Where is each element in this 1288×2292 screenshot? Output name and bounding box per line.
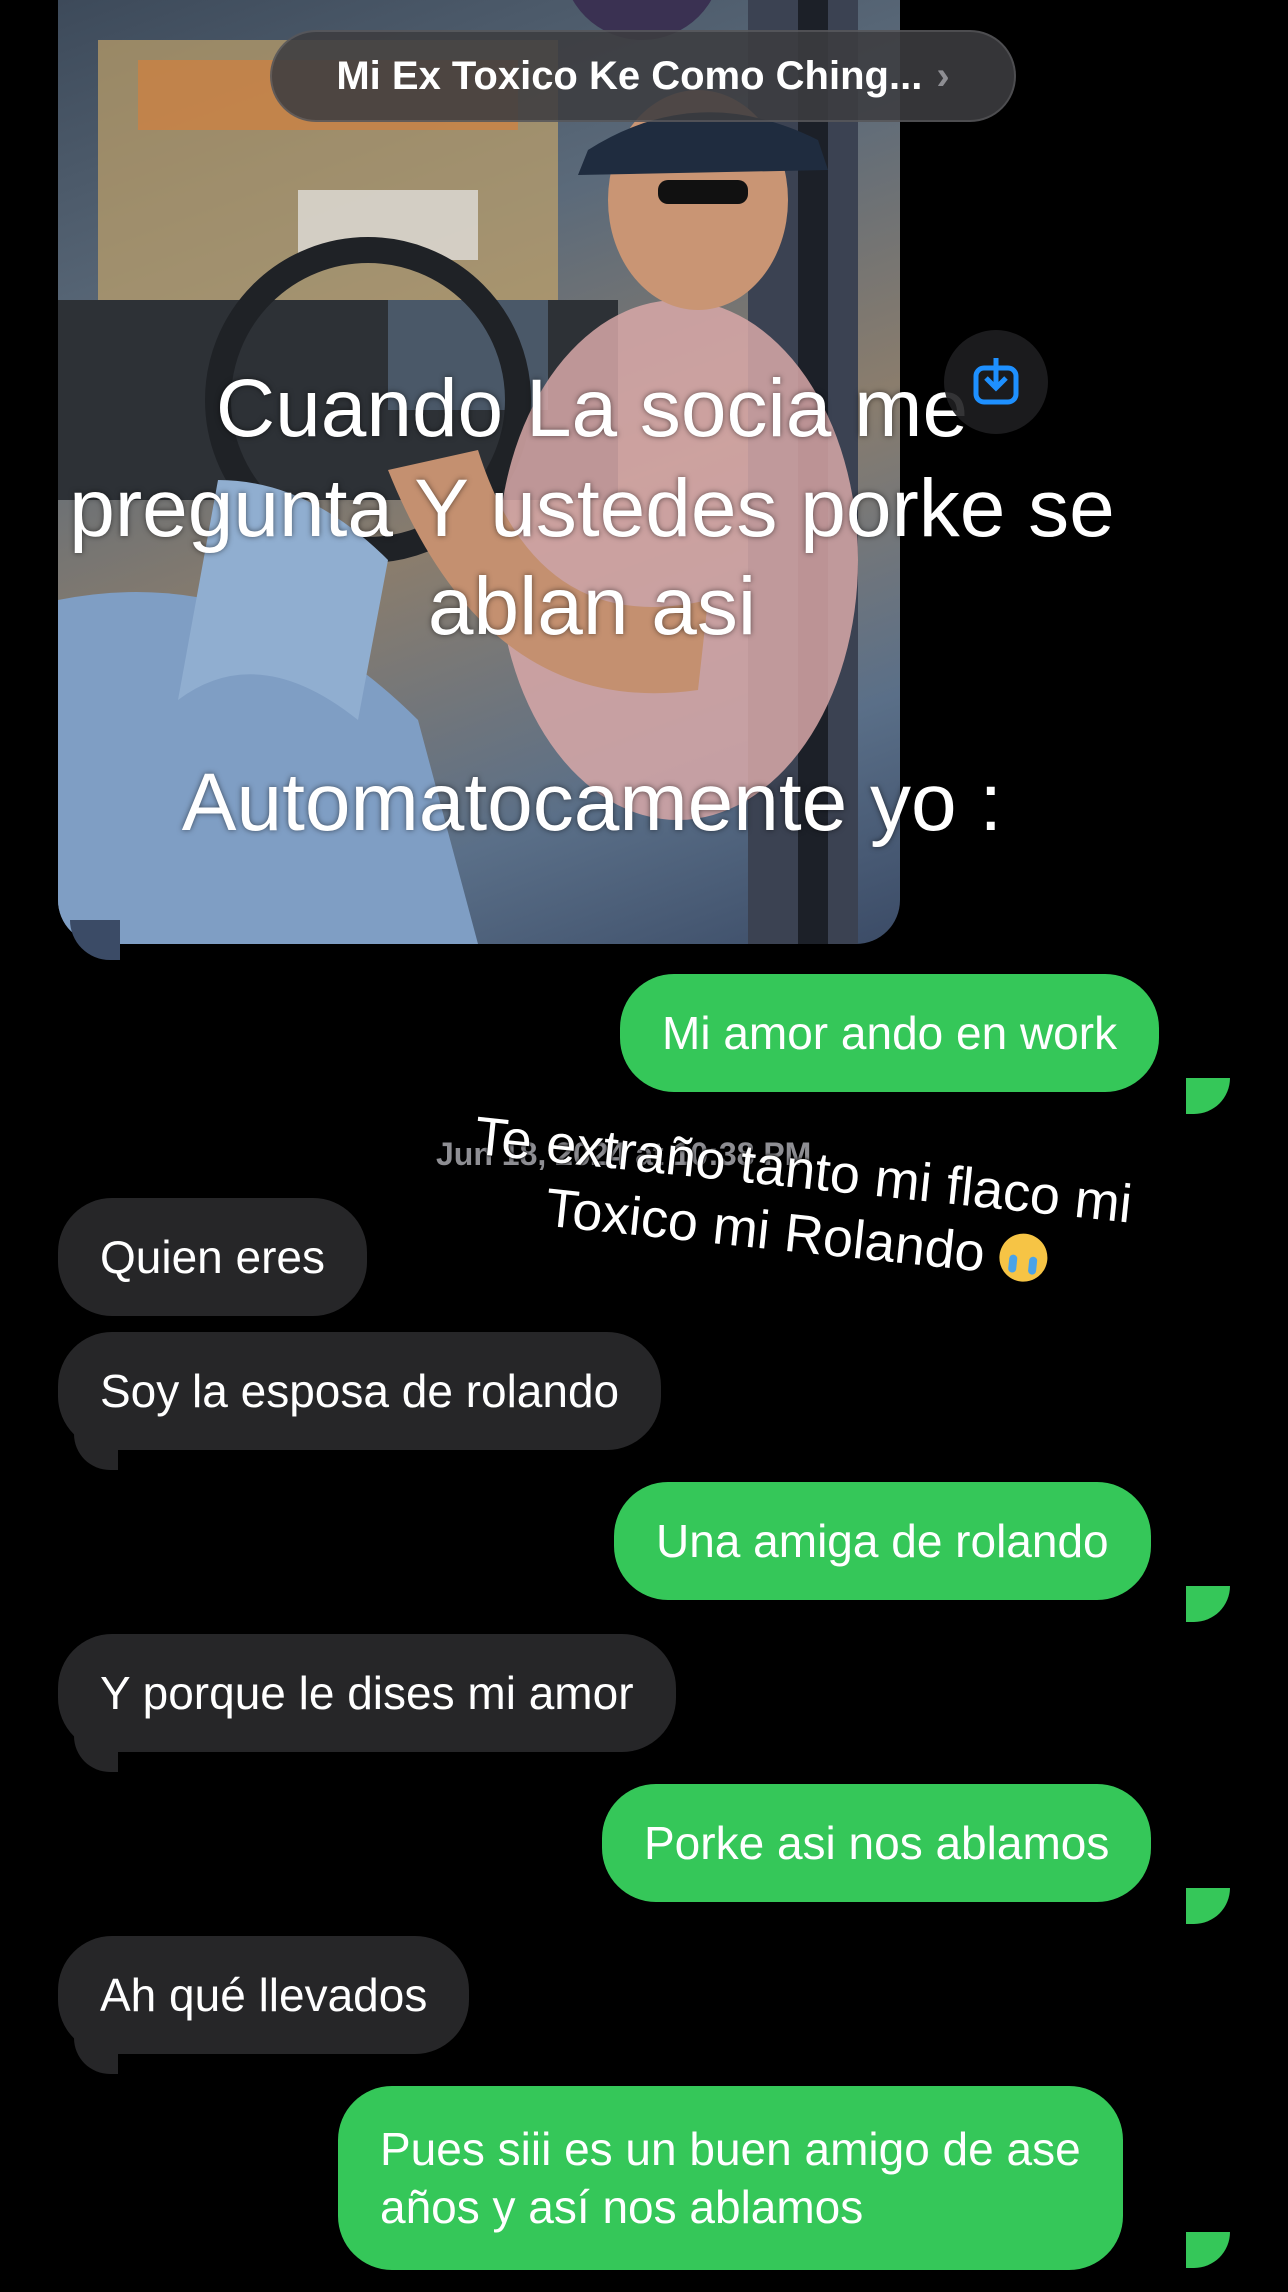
message-sent-3[interactable]: Porke asi nos ablamos (602, 1784, 1152, 1902)
message-received-3[interactable]: Y porque le dises mi amor (58, 1634, 676, 1752)
bubble-tail (74, 1434, 118, 1470)
bubble-tail (1186, 1078, 1230, 1114)
photo-bubble-tail (70, 920, 120, 960)
message-sent-4-line-2: años y así nos ablamos (380, 2181, 864, 2233)
bubble-tail (1186, 2232, 1230, 2268)
message-received-4[interactable]: Ah qué llevados (58, 1936, 470, 2054)
bubble-tail (1186, 1888, 1230, 1924)
contact-name: Mi Ex Toxico Ke Como Ching... (336, 53, 923, 98)
crying-face-icon (997, 1231, 1050, 1285)
message-sent-4-line-1: Pues siii es un buen amigo de ase (380, 2123, 1081, 2175)
caption-line-2: pregunta Y ustedes porke se (69, 463, 1115, 554)
bubble-tail (74, 1736, 118, 1772)
message-sent-4[interactable]: Pues siii es un buen amigo de ase años y… (338, 2086, 1123, 2270)
message-sent-1[interactable]: Mi amor ando en work (620, 974, 1160, 1092)
message-received-1[interactable]: Quien eres (58, 1198, 368, 1316)
chevron-right-icon: › (936, 53, 950, 98)
bubble-tail (1186, 1586, 1230, 1622)
message-received-2[interactable]: Soy la esposa de rolando (58, 1332, 662, 1450)
bubble-tail (74, 2038, 118, 2074)
message-sent-2[interactable]: Una amiga de rolando (614, 1482, 1151, 1600)
caption-line-4: Automatocamente yo : (181, 757, 1003, 848)
overlay-caption: Te extraño tanto mi flaco mi Toxico mi R… (425, 1100, 1174, 1305)
save-download-icon (973, 358, 1019, 405)
caption-line-3: ablan asi (427, 561, 757, 652)
save-download-button[interactable] (944, 330, 1048, 434)
contact-header[interactable]: Mi Ex Toxico Ke Como Ching... › (270, 30, 1016, 122)
